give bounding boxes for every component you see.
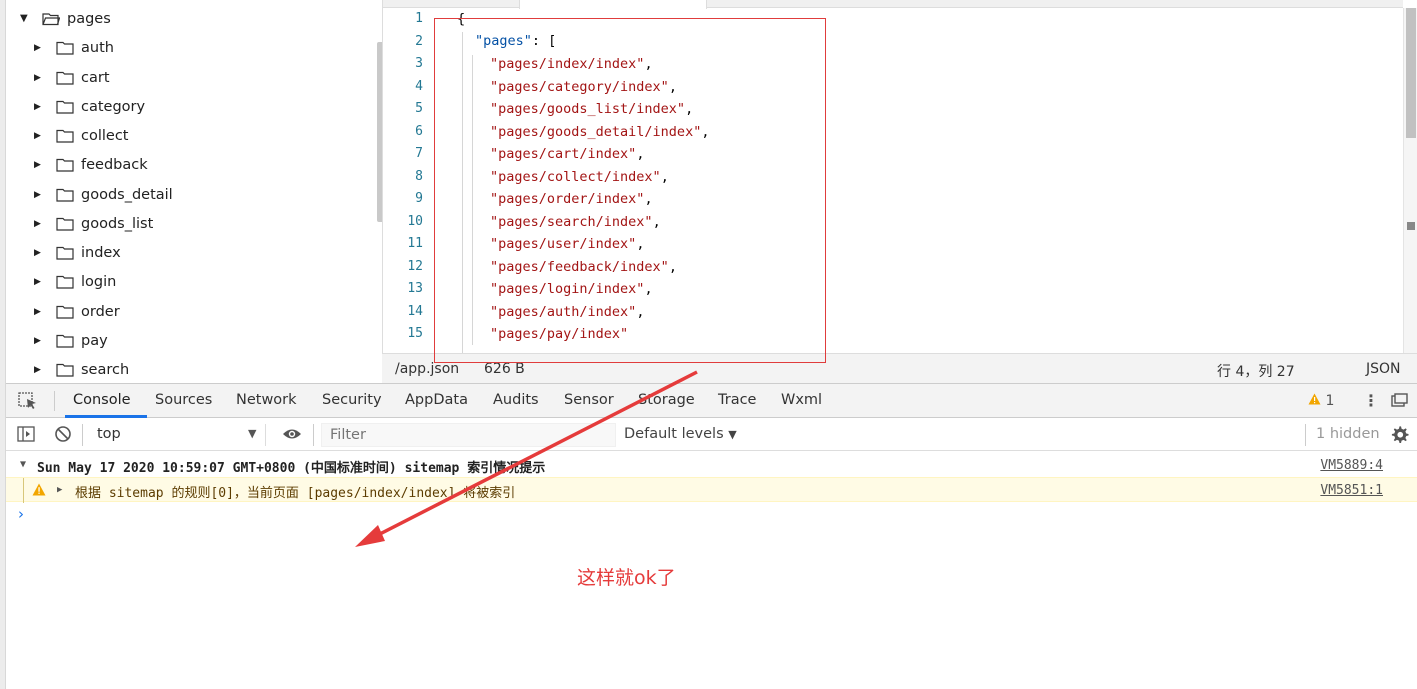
annotation-arrow <box>355 370 698 547</box>
annotation-text: 这样就ok了 <box>577 567 676 589</box>
